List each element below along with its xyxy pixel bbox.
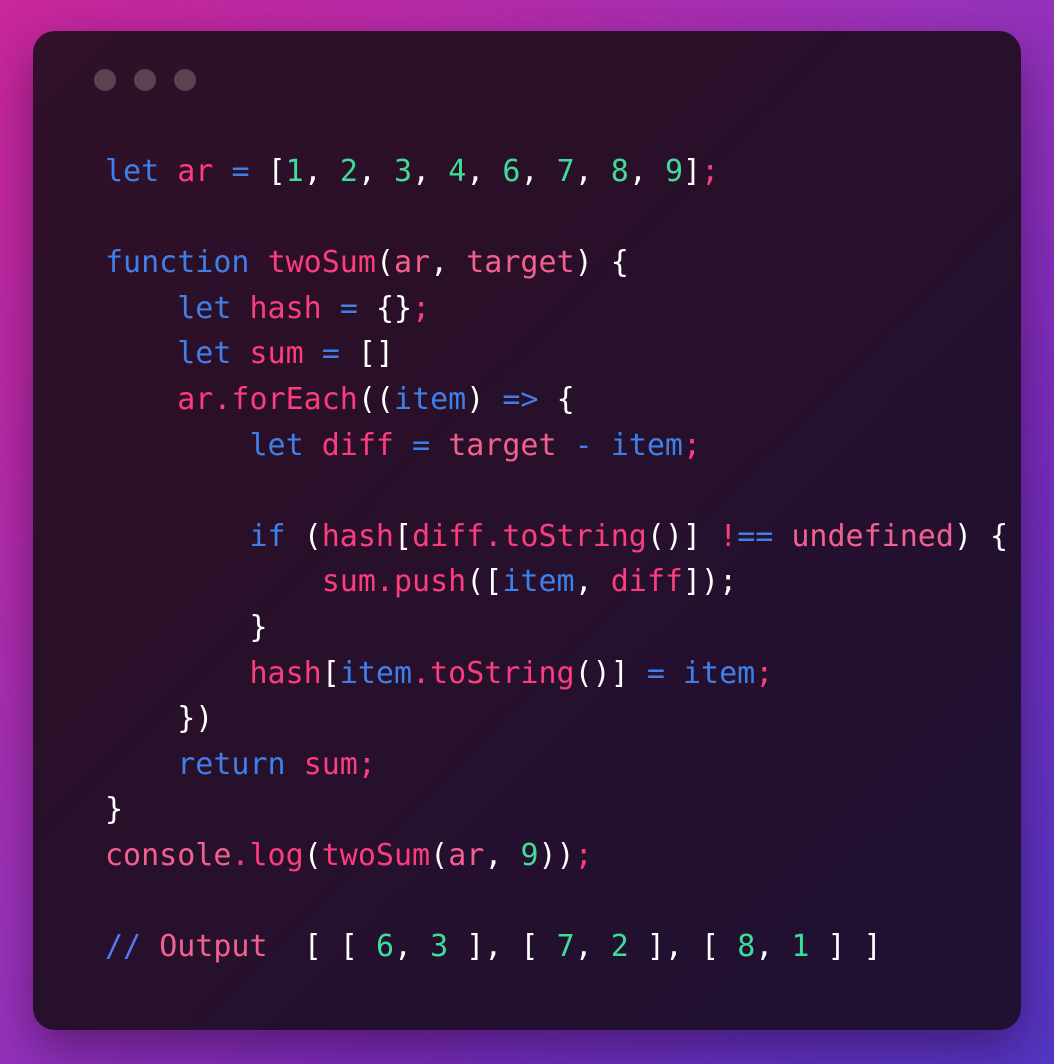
screenshot-canvas: let ar = [1, 2, 3, 4, 6, 7, 8, 9]; funct… <box>0 0 1054 1064</box>
traffic-light-maximize-icon[interactable] <box>174 69 196 91</box>
code-line: return sum; <box>177 746 376 782</box>
code-line: let diff = target - item; <box>249 427 702 463</box>
code-line: ar.forEach((item) => { <box>177 381 575 417</box>
traffic-light-close-icon[interactable] <box>94 69 116 91</box>
code-line: let ar = [1, 2, 3, 4, 6, 7, 8, 9]; <box>105 154 720 189</box>
code-line: } <box>249 609 268 645</box>
code-line: }) <box>177 701 214 737</box>
code-line: function twoSum(ar, target) { <box>105 245 629 281</box>
code-block: let ar = [1, 2, 3, 4, 6, 7, 8, 9]; funct… <box>105 149 1009 970</box>
code-line: if (hash[diff.toString()] !== undefined)… <box>249 518 1009 554</box>
code-line: let sum = [] <box>177 336 394 372</box>
code-line: } <box>105 792 124 828</box>
code-line: // Output [ [ 6, 3 ], [ 7, 2 ], [ 8, 1 ]… <box>105 929 882 965</box>
code-line: sum.push([item, diff]); <box>321 564 738 600</box>
code-line: console.log(twoSum(ar, 9)); <box>105 837 593 873</box>
traffic-light-minimize-icon[interactable] <box>134 69 156 91</box>
window-titlebar <box>94 69 196 91</box>
code-line: hash[item.toString()] = item; <box>249 655 774 691</box>
code-line: let hash = {}; <box>177 290 431 326</box>
code-editor-area[interactable]: let ar = [1, 2, 3, 4, 6, 7, 8, 9]; funct… <box>105 149 1009 1020</box>
code-window: let ar = [1, 2, 3, 4, 6, 7, 8, 9]; funct… <box>33 31 1021 1030</box>
